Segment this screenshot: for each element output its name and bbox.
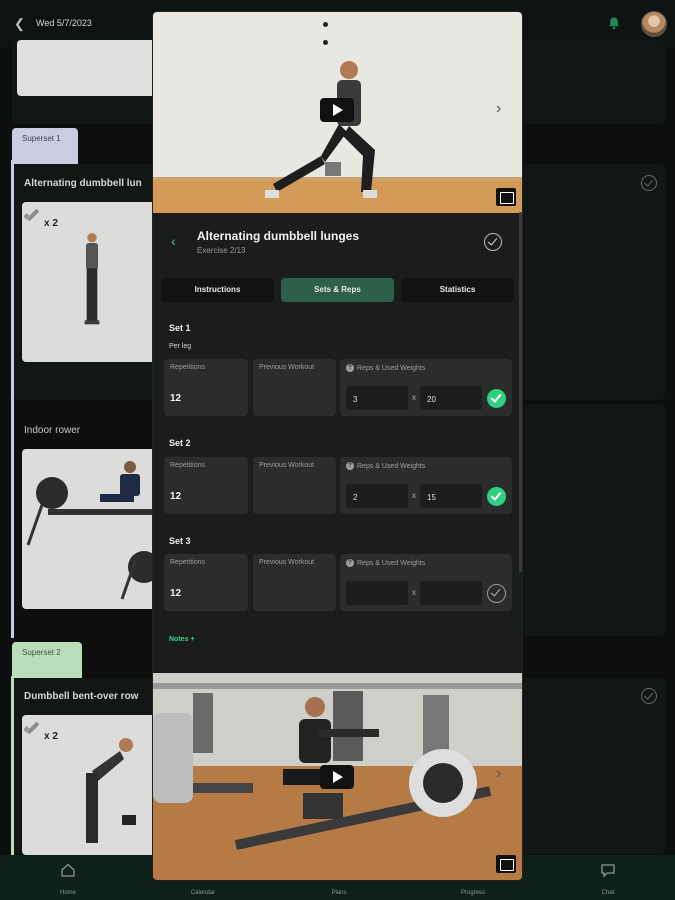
set-3-reps-weights: ? Reps & Used Weights x	[340, 554, 512, 611]
workout-date: Wed 5/7/2023	[36, 18, 92, 28]
weight-input[interactable]: 20	[420, 386, 482, 410]
exercise-title: Alternating dumbbell lunges	[197, 229, 360, 243]
reps-weights-label-wrap: ? Reps & Used Weights	[346, 364, 425, 372]
tab-bar: Instructions Sets & Reps Statistics	[161, 278, 514, 302]
superset-1-tab: Superset 1	[12, 128, 78, 164]
pip-icon-top[interactable]	[496, 188, 516, 206]
tab-sets-reps[interactable]: Sets & Reps	[281, 278, 394, 302]
help-icon[interactable]: ?	[346, 462, 354, 470]
repetitions-value: 12	[170, 588, 182, 599]
exercise-title-rower: Indoor rower	[24, 425, 81, 436]
times-sign: x	[412, 393, 416, 402]
exercise-detail-modal: › ‹ Alternating dumbbell lunges Exercise…	[153, 12, 522, 880]
set-3-repetitions: Repetitions 12	[164, 554, 248, 611]
set-2-previous: Previous Workout	[253, 457, 336, 514]
set-3-title: Set 3	[169, 536, 191, 546]
reps-weights-label: Reps & Used Weights	[357, 364, 426, 372]
play-button-bottom[interactable]	[320, 765, 354, 789]
exercise-complete-check[interactable]	[484, 233, 502, 251]
reps-input[interactable]: 2	[346, 484, 408, 508]
set-3-done-check[interactable]	[487, 584, 506, 603]
set-2-reps-weights: ? Reps & Used Weights 2 x 15	[340, 457, 512, 514]
set-1-repetitions: Repetitions 12	[164, 359, 248, 416]
exercise-image-lunges: x 2	[22, 202, 156, 362]
next-video-icon[interactable]: ›	[496, 100, 501, 118]
repetitions-value: 12	[170, 393, 182, 404]
modal-back-icon[interactable]: ‹	[171, 233, 176, 249]
repetitions-label: Repetitions	[170, 462, 206, 469]
set-1-previous: Previous Workout	[253, 359, 336, 416]
times-sign: x	[412, 491, 416, 500]
repetitions-label: Repetitions	[170, 559, 206, 566]
exercise-counter: Exercise 2/13	[197, 246, 246, 255]
chat-icon	[601, 864, 615, 878]
nav-home[interactable]: Home	[28, 855, 108, 900]
exercise-check-lunges[interactable]	[641, 175, 657, 191]
set-1-done-check[interactable]	[487, 389, 506, 408]
weight-input[interactable]	[420, 581, 482, 605]
set-2-repetitions: Repetitions 12	[164, 457, 248, 514]
exercise-check-row[interactable]	[641, 688, 657, 704]
weight-input[interactable]: 15	[420, 484, 482, 508]
previous-workout-label: Previous Workout	[259, 364, 315, 371]
exercise-video-bottom[interactable]: ›	[153, 673, 522, 880]
rower-machine	[26, 461, 156, 600]
exercise-title-lunges: Alternating dumbbell lun	[24, 178, 142, 189]
nav-progress-label: Progress	[460, 890, 485, 896]
tab-instructions[interactable]: Instructions	[161, 278, 274, 302]
nav-plans-label: Plans	[331, 890, 347, 896]
tab-statistics[interactable]: Statistics	[401, 278, 514, 302]
back-arrow-icon[interactable]: ❮	[14, 16, 26, 31]
help-icon[interactable]: ?	[346, 364, 354, 372]
repetitions-label: Repetitions	[170, 364, 206, 371]
dumbbell-count: x 2	[44, 218, 58, 229]
set-3-previous: Previous Workout	[253, 554, 336, 611]
exercise-image-row: x 2	[22, 715, 156, 855]
reps-weights-label: Reps & Used Weights	[357, 559, 426, 567]
nav-calendar-label: Calendar	[190, 890, 216, 896]
reps-input[interactable]: 3	[346, 386, 408, 410]
set-2-done-check[interactable]	[487, 487, 506, 506]
home-icon	[61, 863, 75, 877]
exercise-card-rower[interactable]	[522, 404, 665, 636]
avatar[interactable]	[641, 11, 667, 37]
previous-workout-label: Previous Workout	[259, 462, 315, 469]
next-video-icon-2[interactable]: ›	[496, 765, 501, 783]
reps-input[interactable]	[346, 581, 408, 605]
exercise-image-top	[17, 40, 157, 96]
carousel-dots	[323, 14, 353, 45]
times-sign: x	[412, 588, 416, 597]
exercise-title-row: Dumbbell bent-over row	[24, 691, 139, 702]
athlete-lunging	[265, 61, 377, 198]
reps-weights-label-wrap: ? Reps & Used Weights	[346, 462, 425, 470]
superset-2-tab: Superset 2	[12, 642, 82, 678]
set-1-title: Set 1	[169, 323, 191, 333]
exercise-image-rower	[22, 449, 156, 609]
play-button-top[interactable]	[320, 98, 354, 122]
dumbbell-icon	[24, 209, 39, 221]
help-icon[interactable]: ?	[346, 559, 354, 567]
nav-home-label: Home	[59, 890, 76, 896]
reps-weights-label: Reps & Used Weights	[357, 462, 426, 470]
nav-chat[interactable]: Chat	[568, 855, 648, 900]
previous-workout-label: Previous Workout	[259, 559, 315, 566]
athlete-bent-over	[86, 738, 136, 843]
repetitions-value: 12	[170, 491, 182, 502]
set-2-title: Set 2	[169, 438, 191, 448]
bell-icon[interactable]	[607, 16, 621, 30]
notes-link[interactable]: Notes +	[169, 636, 194, 643]
nav-chat-label: Chat	[601, 890, 615, 896]
scrollbar[interactable]	[519, 212, 522, 572]
athlete-standing	[84, 233, 100, 325]
exercise-video-top[interactable]: ›	[153, 12, 522, 213]
reps-weights-label-wrap: ? Reps & Used Weights	[346, 559, 425, 567]
set-1-reps-weights: ? Reps & Used Weights 3 x 20	[340, 359, 512, 416]
per-leg-note: Per leg	[169, 343, 192, 350]
pip-icon-bottom[interactable]	[496, 855, 516, 873]
